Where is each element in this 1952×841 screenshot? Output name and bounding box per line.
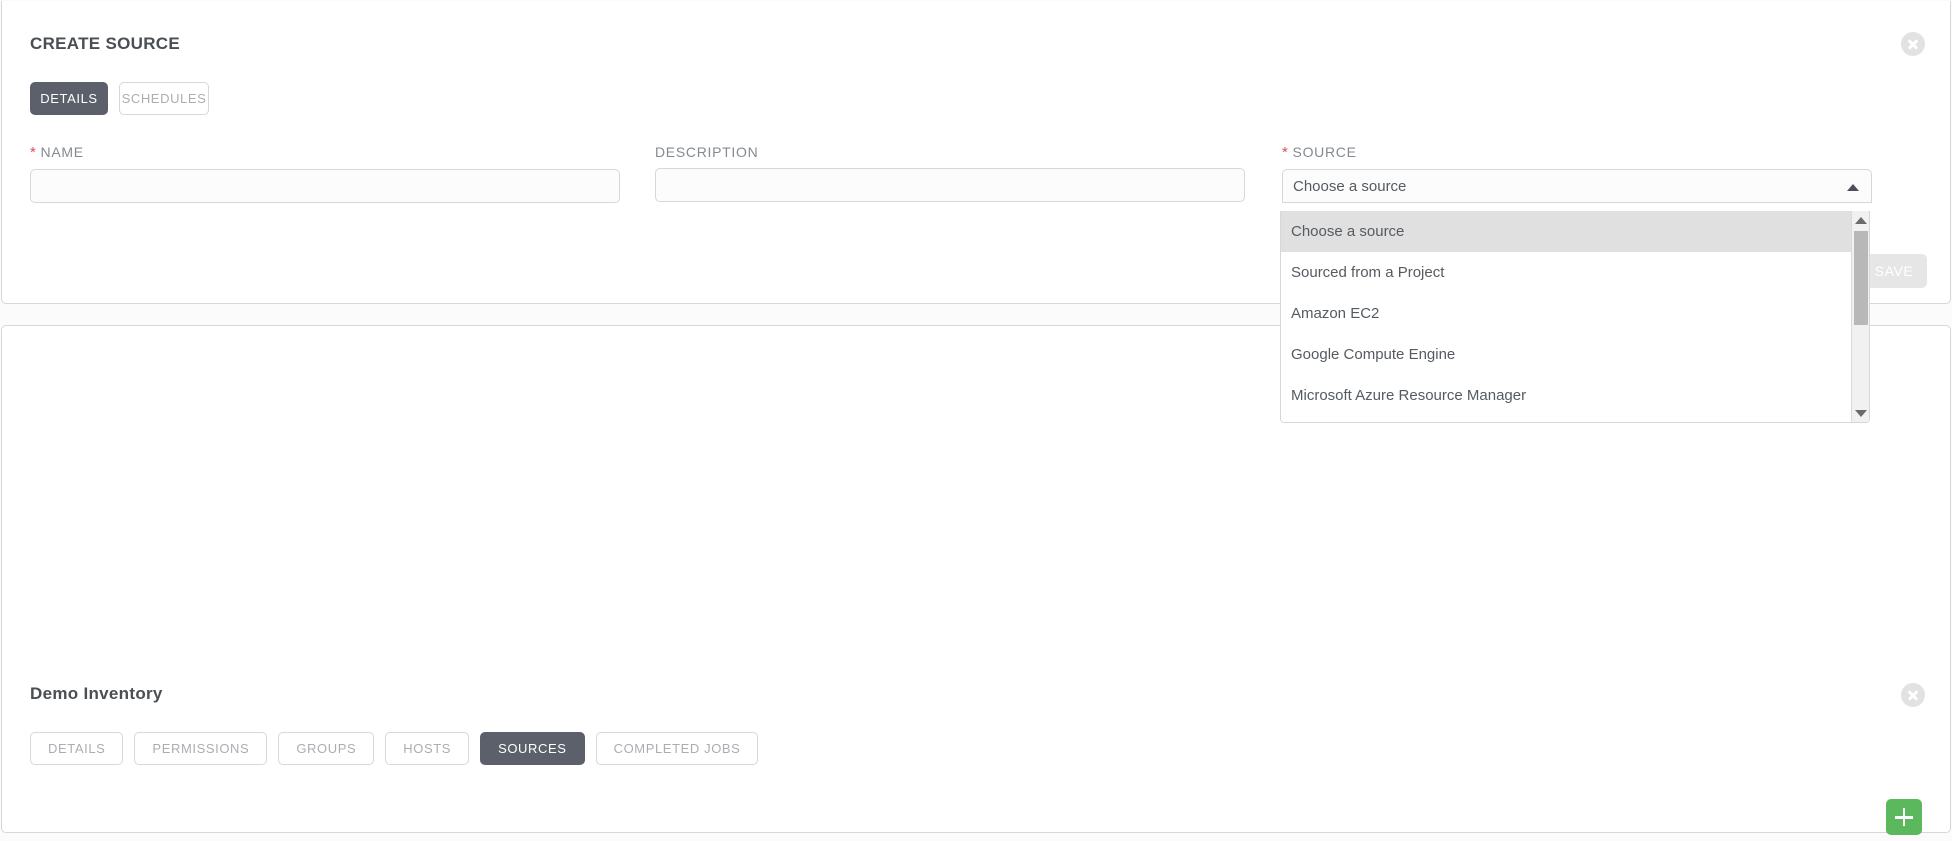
- page-title: CREATE SOURCE: [30, 34, 180, 53]
- close-icon[interactable]: [1901, 683, 1925, 707]
- close-icon[interactable]: [1901, 32, 1925, 56]
- caret-up-icon: [1855, 216, 1867, 224]
- inventory-title: Demo Inventory: [30, 684, 163, 703]
- save-button[interactable]: SAVE: [1861, 254, 1927, 288]
- source-dropdown-list: Choose a source Sourced from a Project A…: [1281, 211, 1853, 422]
- tab-details[interactable]: DETAILS: [30, 732, 124, 765]
- tab-groups[interactable]: GROUPS: [278, 732, 375, 765]
- caret-up-icon: [1847, 184, 1859, 191]
- dropdown-option-vmware-vcenter[interactable]: VMware vCenter: [1281, 416, 1853, 422]
- add-source-button[interactable]: [1886, 799, 1922, 835]
- scrollbar-thumb[interactable]: [1854, 231, 1868, 325]
- source-label-text: SOURCE: [1292, 144, 1357, 160]
- dropdown-option-choose-a-source[interactable]: Choose a source: [1281, 211, 1853, 252]
- name-field-group: * NAME: [30, 144, 620, 203]
- scroll-down-button[interactable]: [1852, 404, 1869, 422]
- tab-schedules[interactable]: SCHEDULES: [119, 82, 209, 115]
- tab-completed-jobs[interactable]: COMPLETED JOBS: [595, 732, 759, 765]
- tab-sources[interactable]: SOURCES: [480, 732, 585, 765]
- dropdown-option-sourced-from-a-project[interactable]: Sourced from a Project: [1281, 252, 1853, 293]
- description-label: DESCRIPTION: [655, 144, 759, 160]
- description-input[interactable]: [655, 168, 1245, 202]
- app-page: CREATE SOURCE DETAILS SCHEDULES * NAME DE…: [0, 0, 1952, 841]
- source-dropdown-menu: Choose a source Sourced from a Project A…: [1280, 211, 1870, 423]
- inventory-tab-bar: DETAILS PERMISSIONS GROUPS HOSTS SOURCES…: [30, 732, 759, 765]
- name-label-text: NAME: [40, 144, 84, 160]
- dropdown-option-google-compute-engine[interactable]: Google Compute Engine: [1281, 334, 1853, 375]
- tab-details[interactable]: DETAILS: [30, 82, 108, 115]
- source-field-group: * SOURCE Choose a source: [1282, 144, 1872, 203]
- required-star-icon: *: [1282, 144, 1289, 161]
- dropdown-option-microsoft-azure-resource-manager[interactable]: Microsoft Azure Resource Manager: [1281, 375, 1853, 416]
- description-field-group: DESCRIPTION: [655, 144, 1245, 202]
- source-label: * SOURCE: [1282, 144, 1872, 161]
- name-input[interactable]: [30, 169, 620, 203]
- scroll-up-button[interactable]: [1852, 211, 1869, 229]
- source-select-value: Choose a source: [1293, 177, 1407, 195]
- caret-down-icon: [1855, 409, 1867, 417]
- source-select[interactable]: Choose a source: [1282, 169, 1872, 203]
- name-label: * NAME: [30, 144, 620, 161]
- tab-permissions[interactable]: PERMISSIONS: [134, 732, 268, 765]
- create-source-tab-bar: DETAILS SCHEDULES: [30, 82, 209, 115]
- required-star-icon: *: [30, 144, 37, 161]
- tab-hosts[interactable]: HOSTS: [385, 732, 470, 765]
- dropdown-scrollbar[interactable]: [1851, 211, 1869, 422]
- dropdown-option-amazon-ec2[interactable]: Amazon EC2: [1281, 293, 1853, 334]
